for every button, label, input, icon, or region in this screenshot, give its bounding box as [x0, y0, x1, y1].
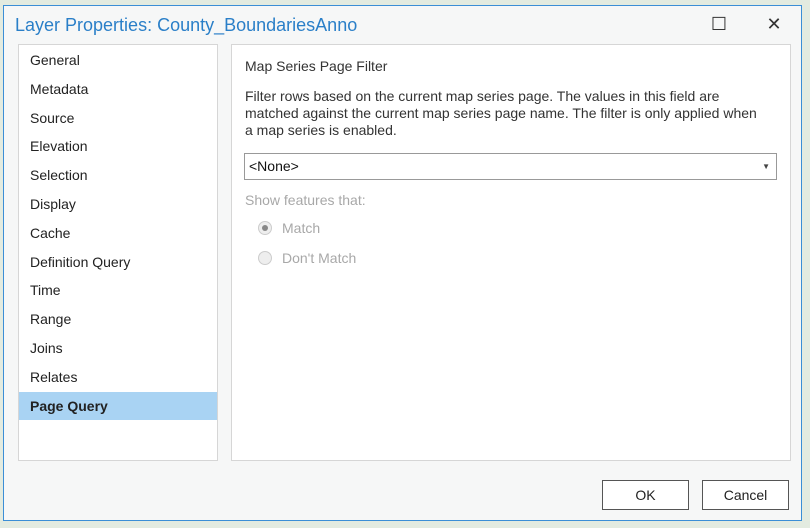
sidebar-item-time[interactable]: Time — [19, 276, 217, 305]
sidebar-item-source[interactable]: Source — [19, 104, 217, 133]
sidebar-item-elevation[interactable]: Elevation — [19, 132, 217, 161]
chevron-down-icon: ▼ — [762, 162, 770, 171]
sidebar-item-display[interactable]: Display — [19, 190, 217, 219]
sidebar-item-definition-query[interactable]: Definition Query — [19, 248, 217, 277]
description-text: Filter rows based on the current map ser… — [245, 88, 757, 138]
layer-properties-dialog: Layer Properties: County_BoundariesAnno … — [3, 5, 802, 521]
dialog-title: Layer Properties: County_BoundariesAnno — [15, 15, 358, 35]
match-label: Match — [282, 220, 321, 236]
maximize-button[interactable]: ☐ — [707, 14, 731, 35]
sidebar-item-range[interactable]: Range — [19, 305, 217, 334]
cancel-button[interactable]: Cancel — [702, 480, 789, 510]
close-button[interactable]: ✕ — [762, 14, 786, 35]
page-field-dropdown[interactable]: <None> ▼ — [244, 153, 777, 180]
sidebar-item-selection[interactable]: Selection — [19, 161, 217, 190]
show-features-label: Show features that: — [245, 192, 366, 208]
radio-checked-icon — [258, 221, 272, 235]
dont-match-radio[interactable]: Don't Match — [258, 250, 356, 266]
dropdown-value: <None> — [249, 158, 299, 174]
dont-match-label: Don't Match — [282, 250, 357, 266]
match-radio[interactable]: Match — [258, 220, 320, 236]
page-query-panel: Map Series Page Filter Filter rows based… — [231, 44, 791, 461]
sidebar-item-cache[interactable]: Cache — [19, 219, 217, 248]
sidebar-item-page-query[interactable]: Page Query — [19, 391, 217, 421]
sidebar-list: General Metadata Source Elevation Select… — [18, 44, 218, 461]
radio-unchecked-icon — [258, 251, 272, 265]
sidebar-item-joins[interactable]: Joins — [19, 334, 217, 363]
sidebar-item-metadata[interactable]: Metadata — [19, 75, 217, 104]
sidebar-item-relates[interactable]: Relates — [19, 363, 217, 392]
section-heading: Map Series Page Filter — [245, 58, 388, 74]
sidebar-item-general[interactable]: General — [19, 46, 217, 75]
ok-button[interactable]: OK — [602, 480, 689, 510]
